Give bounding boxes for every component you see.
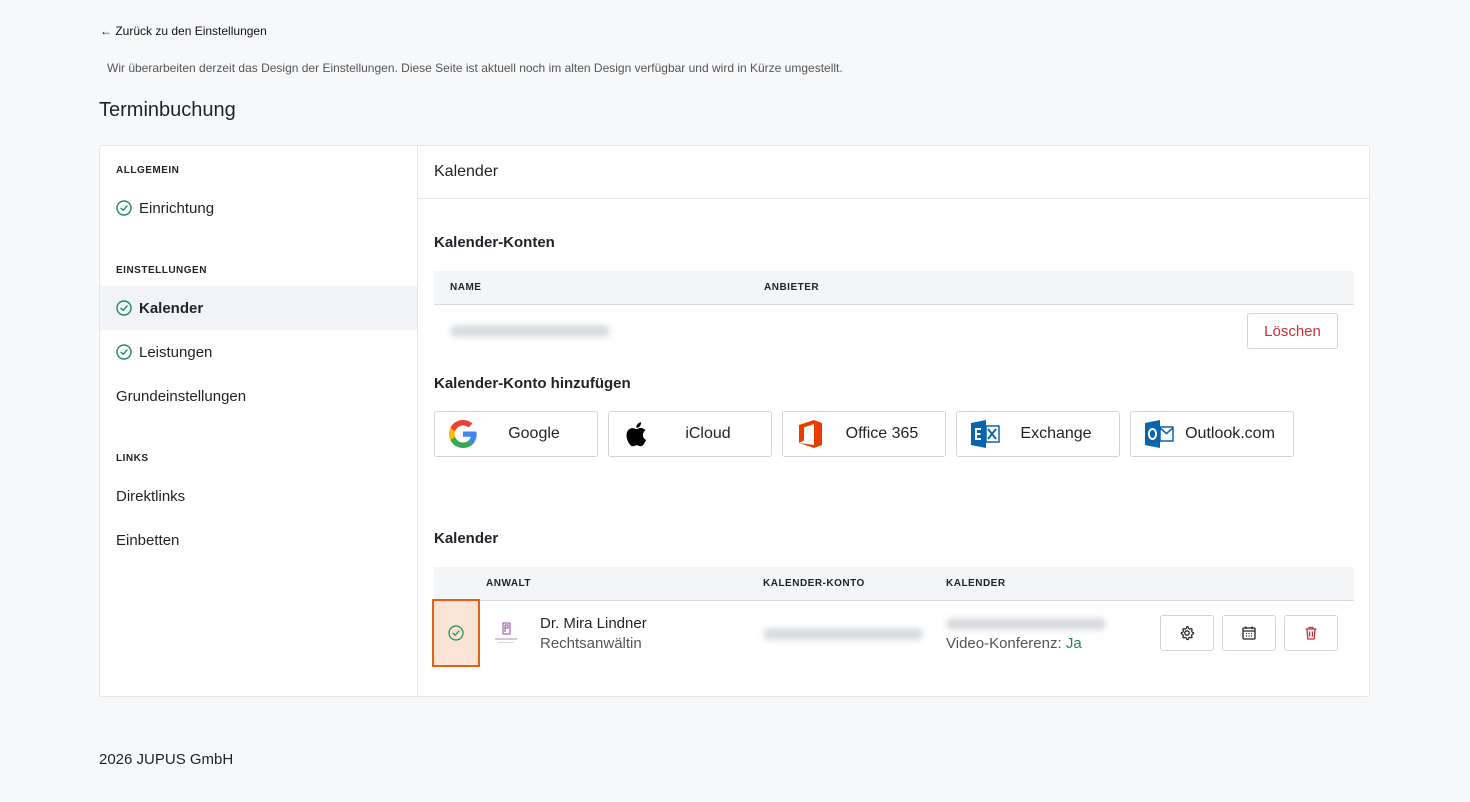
calendar-icon — [1242, 626, 1256, 640]
sidebar-item-services[interactable]: Leistungen — [100, 330, 417, 374]
gear-icon — [1180, 625, 1195, 641]
video-conference-label: Video-Konferenz: — [946, 635, 1062, 652]
google-provider-button[interactable]: Google — [434, 411, 598, 457]
office365-provider-button[interactable]: Office 365 — [782, 411, 946, 457]
provider-label: Office 365 — [845, 425, 919, 442]
back-to-settings-link[interactable]: ← Zurück zu den Einstellungen — [100, 24, 267, 38]
trash-icon — [1305, 626, 1317, 640]
main-header: Kalender — [418, 146, 1369, 199]
sidebar-item-label: Einrichtung — [139, 199, 215, 217]
sidebar-item-direct-links[interactable]: Direktlinks — [100, 474, 417, 518]
calendar-view-button[interactable] — [1222, 615, 1276, 651]
footer-copyright: 2026 JUPUS GmbH — [99, 751, 234, 768]
column-name: NAME — [450, 282, 482, 293]
provider-label: Outlook.com — [1185, 425, 1275, 442]
sidebar-item-label: Grundeinstellungen — [116, 387, 247, 405]
provider-label: iCloud — [685, 425, 731, 442]
check-circle-icon — [448, 625, 464, 641]
provider-label: Google — [508, 425, 560, 442]
add-account-title: Kalender-Konto hinzufügen — [434, 375, 631, 392]
check-circle-icon — [116, 344, 132, 360]
calendars-title: Kalender — [434, 530, 499, 547]
google-icon — [449, 420, 477, 448]
calendar-row-selector[interactable] — [432, 599, 480, 667]
sidebar-section-links: LINKS — [116, 453, 149, 464]
sidebar-item-calendar[interactable]: Kalender — [100, 286, 417, 330]
video-conference-status: Video-Konferenz: Ja — [946, 635, 1082, 652]
main-content: Kalender Kalender-Konten NAME ANBIETER L… — [418, 146, 1369, 696]
sidebar-item-label: Einbetten — [116, 531, 180, 549]
sidebar-item-setup[interactable]: Einrichtung — [100, 186, 417, 230]
sidebar-section-general: ALLGEMEIN — [116, 165, 180, 176]
sidebar-item-basic-settings[interactable]: Grundeinstellungen — [100, 374, 417, 418]
outlook-icon — [1145, 420, 1174, 448]
sidebar-section-settings: EINSTELLUNGEN — [116, 265, 207, 276]
accounts-table-header: NAME ANBIETER — [434, 271, 1354, 305]
provider-label: Exchange — [1020, 425, 1092, 442]
delete-button-label: Löschen — [1264, 322, 1321, 340]
account-email-blurred — [450, 324, 610, 342]
settings-card: ALLGEMEIN Einrichtung EINSTELLUNGEN Kale… — [99, 145, 1370, 697]
calendar-name-blurred — [946, 617, 1106, 635]
calendar-account-blurred — [763, 627, 923, 645]
calendars-table-header: ANWALT KALENDER-KONTO KALENDER — [434, 567, 1354, 601]
avatar — [490, 618, 522, 650]
outlook-provider-button[interactable]: Outlook.com — [1130, 411, 1294, 457]
video-conference-value: Ja — [1065, 635, 1082, 652]
delete-calendar-button[interactable] — [1284, 615, 1338, 651]
sidebar-item-label: Direktlinks — [116, 487, 186, 505]
column-calendar: KALENDER — [946, 578, 1006, 589]
sidebar-item-label: Kalender — [139, 299, 204, 317]
sidebar-item-embed[interactable]: Einbetten — [100, 518, 417, 562]
check-circle-icon — [116, 200, 132, 216]
column-provider: ANBIETER — [764, 282, 820, 293]
lawyer-name: Dr. Mira Lindner — [540, 615, 647, 632]
redesign-notice: Wir überarbeiten derzeit das Design der … — [107, 61, 843, 75]
accounts-title: Kalender-Konten — [434, 234, 555, 251]
sidebar: ALLGEMEIN Einrichtung EINSTELLUNGEN Kale… — [100, 146, 418, 696]
icloud-provider-button[interactable]: iCloud — [608, 411, 772, 457]
column-calendar-account: KALENDER-KONTO — [763, 578, 865, 589]
office-icon — [799, 420, 822, 448]
apple-icon — [626, 422, 647, 447]
column-lawyer: ANWALT — [486, 578, 532, 589]
page-title: Terminbuchung — [99, 99, 236, 121]
exchange-provider-button[interactable]: Exchange — [956, 411, 1120, 457]
check-circle-icon — [116, 300, 132, 316]
calendar-settings-button[interactable] — [1160, 615, 1214, 651]
lawyer-role: Rechtsanwältin — [540, 635, 642, 652]
delete-account-button[interactable]: Löschen — [1247, 313, 1338, 349]
exchange-icon — [971, 420, 1000, 448]
sidebar-item-label: Leistungen — [139, 343, 213, 361]
